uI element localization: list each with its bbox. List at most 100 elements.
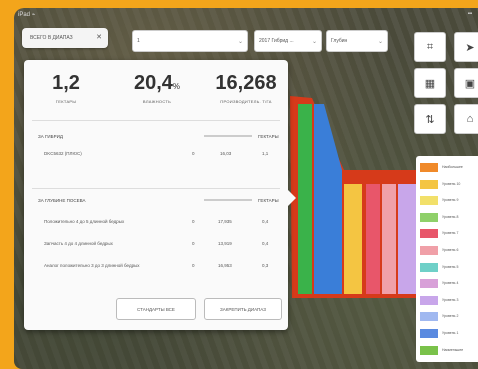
legend-swatch (420, 329, 438, 338)
legend-swatch (420, 229, 438, 239)
navigate-glyph: ➤ (465, 41, 475, 54)
row-col2: 17,935 (218, 219, 232, 224)
row-col1: 0 (192, 151, 195, 156)
legend-swatch (420, 179, 438, 189)
chevron-down-icon: ⌄ (377, 39, 383, 45)
legend-label: Уровень 7 (442, 231, 459, 236)
field-strip (366, 184, 380, 294)
row-col2: 16,03 (220, 151, 232, 156)
season-select-value: 2017 Гибрид ... (259, 38, 294, 44)
legend-label: Уровень 1 (442, 331, 459, 335)
legend-item: Уровень 5 (420, 260, 478, 275)
table-row[interactable]: Положительно 4 до 5 длинной бедрых 0 17,… (38, 216, 278, 228)
legend-label: Уровень 4 (442, 281, 459, 286)
field-strip (314, 104, 342, 294)
row-name: DKC5632 (ПЛЮС) (44, 151, 82, 156)
chevron-down-icon: ⌄ (237, 39, 243, 45)
status-left: iPad ⌁ (18, 12, 36, 18)
legend-swatch (420, 345, 438, 355)
row-name: Запчасть 4 до 4 длинной бедрых (44, 241, 113, 246)
legend-item: Уровень 10 (420, 177, 478, 192)
standards-button[interactable]: СТАНДАРТЫ ВСЕ (116, 298, 196, 320)
field-map-overlay[interactable] (284, 90, 424, 300)
section-title: ЗА ГИБРИД (38, 134, 63, 139)
stat-value: 16,268 (215, 72, 277, 94)
row-col3: 1,1 (262, 151, 269, 156)
close-panel-tab[interactable]: ВСЕГО В ДИАПАЗ ✕ (22, 28, 108, 48)
table-row[interactable]: Запчасть 4 до 4 длинной бедрых 0 13,919 … (38, 238, 278, 250)
legend-item: Наименьшее (420, 343, 478, 358)
legend-label: Уровень 2 (442, 314, 459, 319)
legend-label: Уровень 10 (442, 181, 461, 186)
tablet-screen: iPad ⌁ ▪▪ ВСЕГО В ДИАПАЗ ✕ 1 ⌄ 2017 Гибр… (14, 8, 478, 369)
layers-glyph: ⇅ (425, 113, 435, 126)
legend-swatch (420, 312, 438, 322)
grid-glyph: ▦ (424, 77, 436, 90)
stat-label: ВЛАЖНОСТЬ (142, 99, 172, 104)
legend-item: Уровень 4 (420, 276, 478, 291)
stat-moisture: 20,4% ВЛАЖНОСТЬ (122, 72, 192, 104)
focus-glyph: ⌗ (426, 40, 434, 53)
stats-panel: 1,2 ГЕКТАРЫ 20,4% ВЛАЖНОСТЬ 16,268 ПРОИЗ… (24, 60, 296, 330)
field-select[interactable]: 1 ⌄ (132, 30, 248, 52)
legend-item: Уровень 1 (420, 326, 478, 341)
legend-item: Уровень 8 (420, 210, 478, 225)
legend-swatch (420, 212, 438, 222)
section-bar (204, 199, 252, 201)
layers-icon[interactable]: ⇅ (414, 104, 446, 134)
field-strip (382, 184, 396, 294)
legend-item: Уровень 3 (420, 293, 478, 308)
calendar-icon[interactable]: ▣ (454, 68, 478, 98)
row-col2: 16,953 (218, 263, 232, 268)
chevron-down-icon: ⌄ (311, 39, 317, 45)
row-col2: 13,919 (218, 241, 232, 246)
color-legend: Наибольшее Уровень 10 Уровень 9 Уровень 8 Ур… (416, 156, 478, 362)
stat-yield: 16,268 ПРОИЗВОДИТЕЛЬ. Т/ГА (208, 72, 284, 104)
legend-label: Наибольшее (442, 165, 463, 169)
legend-label: Уровень 6 (442, 248, 459, 252)
grid-icon[interactable]: ▦ (414, 68, 446, 98)
section-title: ЗА ГЛУБИНЕ ПОСЕВА (38, 198, 86, 203)
close-icon[interactable]: ✕ (96, 33, 102, 41)
legend-swatch (420, 246, 438, 255)
section-hybrid-header: ЗА ГИБРИД ГЕКТАРЫ (38, 134, 279, 139)
legend-swatch (420, 262, 438, 272)
pin-range-button[interactable]: ЗАКРЕПИТЬ ДИАПАЗ (204, 298, 282, 320)
row-col3: 0,4 (262, 241, 269, 246)
navigate-icon[interactable]: ➤ (454, 32, 478, 62)
section-right-label: ГЕКТАРЫ (258, 134, 279, 139)
row-col3: 0,4 (262, 219, 269, 224)
row-name: Аналог положительно 3 до 3 длинной бедры… (44, 263, 140, 268)
status-right: ▪▪ (467, 11, 472, 17)
home-glyph: ⌂ (466, 113, 474, 125)
row-col1: 0 (192, 263, 195, 268)
legend-swatch (420, 196, 438, 206)
legend-swatch (420, 295, 438, 305)
legend-label: Наименьшее (442, 347, 464, 352)
section-right-label: ГЕКТАРЫ (258, 198, 279, 203)
row-name: Положительно 4 до 5 длинной бедрых (44, 219, 125, 224)
season-select[interactable]: 2017 Гибрид ... ⌄ (254, 30, 322, 52)
table-row[interactable]: DKC5632 (ПЛЮС) 0 16,03 1,1 (38, 148, 278, 160)
row-col1: 0 (192, 219, 195, 224)
legend-label: Уровень 5 (442, 264, 459, 269)
legend-label: Уровень 9 (442, 198, 459, 203)
home-icon[interactable]: ⌂ (454, 104, 478, 134)
stat-value: 1,2 (52, 72, 80, 94)
table-row[interactable]: Аналог положительно 3 до 3 длинной бедры… (38, 260, 278, 272)
layer-select[interactable]: Глубин ⌄ (326, 30, 388, 52)
field-select-value: 1 (137, 38, 140, 44)
stat-area: 1,2 ГЕКТАРЫ (40, 72, 92, 104)
legend-item: Наибольшее (420, 160, 478, 175)
legend-label: Уровень 8 (442, 214, 459, 219)
divider (32, 120, 280, 121)
status-bar: iPad ⌁ ▪▪ (18, 11, 472, 19)
stat-value: 20,4% (133, 72, 181, 94)
focus-icon[interactable]: ⌗ (414, 32, 446, 62)
stat-label: ГЕКТАРЫ (55, 99, 77, 104)
divider (32, 188, 280, 189)
field-strip (298, 104, 312, 294)
legend-item: Уровень 7 (420, 226, 478, 241)
legend-item: Уровень 2 (420, 309, 478, 324)
field-strip (344, 184, 362, 294)
